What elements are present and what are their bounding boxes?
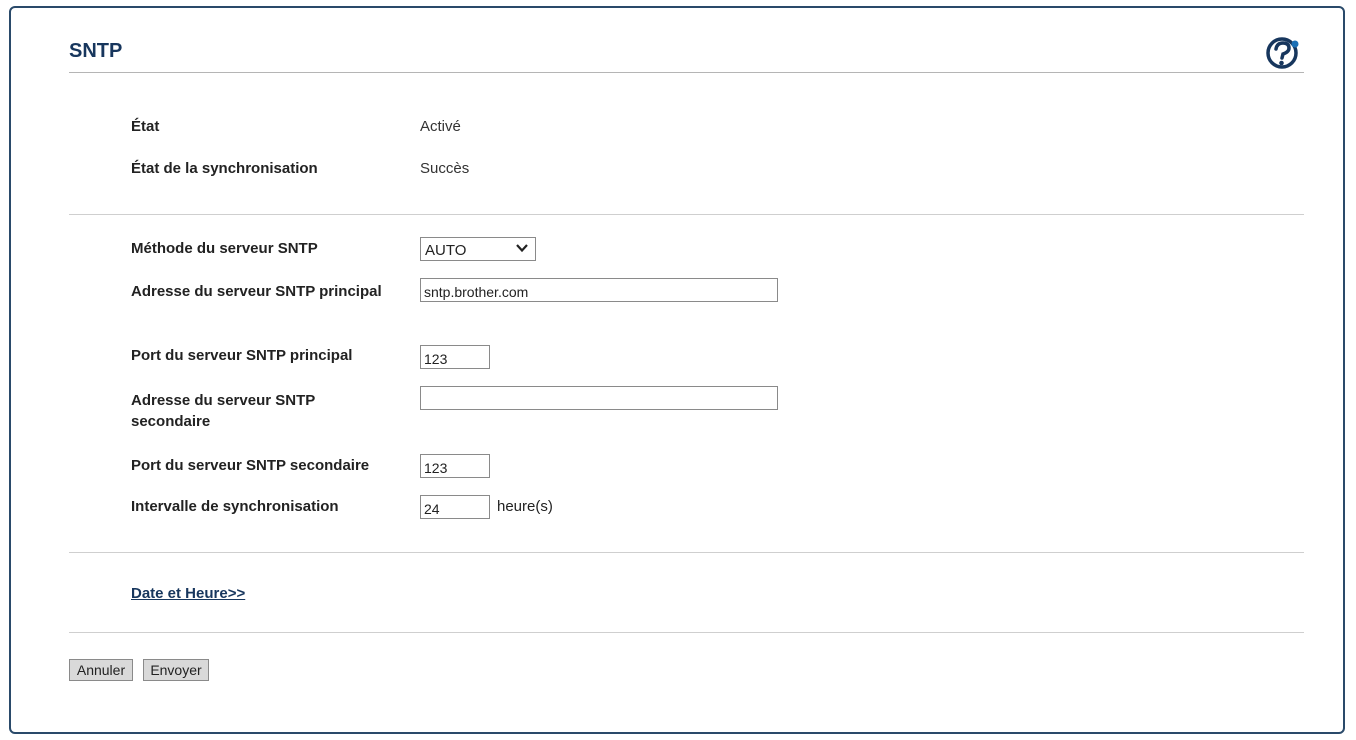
page-frame bbox=[9, 6, 1345, 734]
secondary-server-port-label: Port du serveur SNTP secondaire bbox=[131, 457, 370, 474]
server-method-value: AUTO bbox=[425, 242, 467, 259]
server-method-select[interactable]: AUTO bbox=[420, 237, 536, 261]
sync-interval-unit: heure(s) bbox=[497, 498, 553, 515]
title-divider bbox=[69, 72, 1304, 73]
submit-button[interactable]: Envoyer bbox=[143, 659, 209, 681]
primary-server-address-input[interactable] bbox=[420, 278, 778, 302]
primary-server-address-label: Adresse du serveur SNTP principal bbox=[131, 283, 382, 300]
sync-interval-label: Intervalle de synchronisation bbox=[131, 498, 339, 515]
sync-interval-input[interactable] bbox=[420, 495, 490, 519]
cancel-button[interactable]: Annuler bbox=[69, 659, 133, 681]
primary-server-port-input[interactable] bbox=[420, 345, 490, 369]
sync-state-value: Succès bbox=[420, 160, 470, 177]
page-title: SNTP bbox=[69, 40, 123, 62]
state-value: Activé bbox=[420, 118, 461, 135]
section-divider bbox=[69, 214, 1304, 215]
chevron-down-icon bbox=[516, 244, 528, 253]
secondary-server-address-input[interactable] bbox=[420, 386, 778, 410]
date-time-link[interactable]: Date et Heure>> bbox=[131, 585, 245, 602]
sync-state-label: État de la synchronisation bbox=[131, 160, 318, 177]
primary-server-port-label: Port du serveur SNTP principal bbox=[131, 347, 353, 364]
state-label: État bbox=[131, 118, 160, 135]
section-divider bbox=[69, 552, 1304, 553]
secondary-server-port-input[interactable] bbox=[420, 454, 490, 478]
server-method-label: Méthode du serveur SNTP bbox=[131, 240, 318, 257]
section-divider bbox=[69, 632, 1304, 633]
help-icon[interactable] bbox=[1262, 36, 1302, 70]
secondary-server-address-label: Adresse du serveur SNTP secondaire bbox=[131, 392, 315, 430]
